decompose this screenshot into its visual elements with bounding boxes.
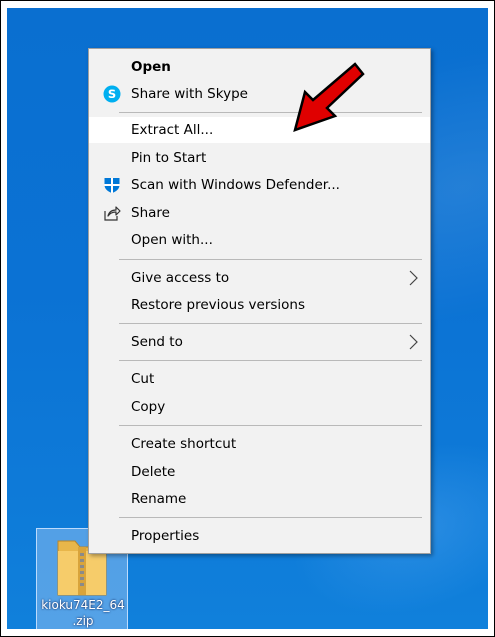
- menu-item-label: Create shortcut: [131, 436, 237, 452]
- menu-item-label: Rename: [131, 491, 187, 507]
- menu-item-label: Open: [131, 59, 171, 75]
- menu-separator: [119, 323, 422, 324]
- windows-defender-icon: [104, 178, 120, 193]
- menu-separator: [119, 360, 422, 361]
- menu-item-pin-to-start[interactable]: Pin to Start: [89, 145, 430, 171]
- red-arrow-graphic: [293, 62, 365, 132]
- chevron-right-icon: [409, 334, 418, 350]
- menu-item-open-with[interactable]: Open with...: [89, 227, 430, 253]
- menu-item-cut[interactable]: Cut: [89, 366, 430, 392]
- menu-item-label: Copy: [131, 399, 166, 415]
- menu-item-label: Scan with Windows Defender...: [131, 177, 340, 193]
- menu-item-delete[interactable]: Delete: [89, 459, 430, 485]
- menu-item-label: Delete: [131, 464, 176, 480]
- menu-item-label: Give access to: [131, 270, 230, 286]
- menu-item-label: Open with...: [131, 232, 213, 248]
- menu-item-label: Share with Skype: [131, 86, 248, 102]
- menu-item-label: Cut: [131, 371, 155, 387]
- menu-item-send-to[interactable]: Send to: [89, 329, 430, 355]
- chevron-right-icon: [409, 270, 418, 286]
- context-menu: Open S Share with Skype Extract All... P…: [88, 48, 431, 554]
- menu-item-label: Properties: [131, 528, 200, 544]
- menu-item-extract-all[interactable]: Extract All...: [89, 117, 430, 143]
- menu-item-share[interactable]: Share: [89, 200, 430, 226]
- menu-item-label: Restore previous versions: [131, 297, 306, 313]
- menu-item-properties[interactable]: Properties: [89, 523, 430, 549]
- menu-item-label: Send to: [131, 334, 183, 350]
- desktop-icon-filename-line1: kioku74E2_64: [41, 598, 125, 612]
- menu-separator: [119, 112, 422, 113]
- menu-item-label: Extract All...: [131, 122, 214, 138]
- menu-separator: [119, 517, 422, 518]
- menu-item-rename[interactable]: Rename: [89, 486, 430, 512]
- menu-item-scan-with-windows-defender[interactable]: Scan with Windows Defender...: [89, 172, 430, 198]
- menu-item-copy[interactable]: Copy: [89, 394, 430, 420]
- svg-text:S: S: [108, 87, 116, 101]
- menu-item-label: Pin to Start: [131, 150, 207, 166]
- menu-separator: [119, 425, 422, 426]
- menu-item-open[interactable]: Open: [89, 54, 430, 80]
- skype-icon: S: [103, 85, 121, 103]
- menu-item-give-access-to[interactable]: Give access to: [89, 265, 430, 291]
- share-icon: [104, 206, 121, 221]
- desktop-icon-filename-line2: .zip: [72, 614, 94, 628]
- menu-item-create-shortcut[interactable]: Create shortcut: [89, 431, 430, 457]
- menu-separator: [119, 259, 422, 260]
- menu-item-restore-previous-versions[interactable]: Restore previous versions: [89, 292, 430, 318]
- menu-item-share-with-skype[interactable]: S Share with Skype: [89, 81, 430, 107]
- red-arrow-icon: [285, 58, 375, 138]
- menu-item-label: Share: [131, 205, 170, 221]
